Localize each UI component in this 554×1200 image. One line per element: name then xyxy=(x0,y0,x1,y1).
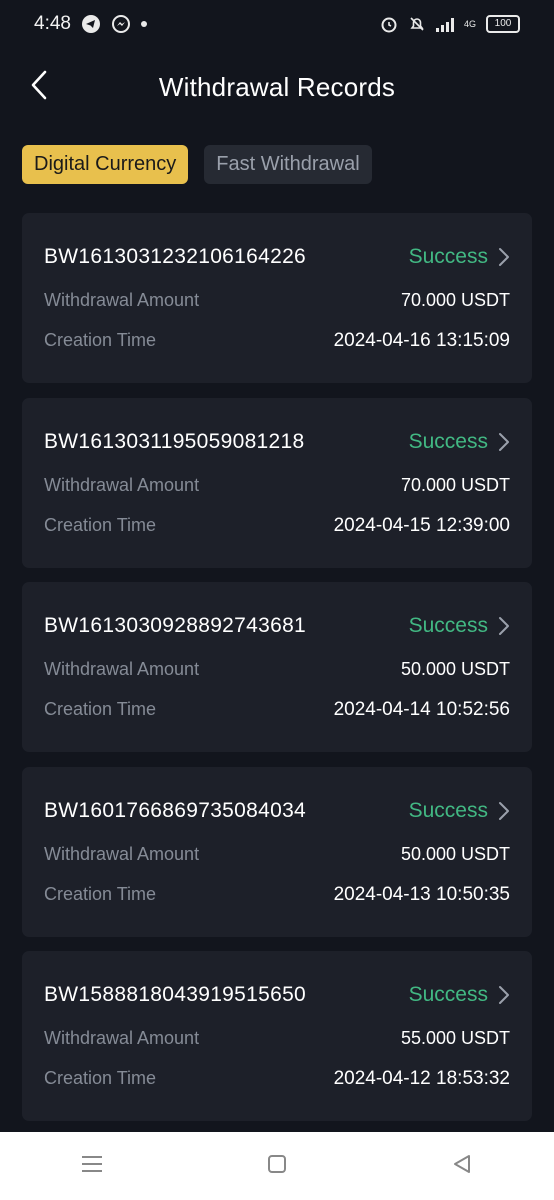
record-card[interactable]: BW1613031232106164226 Success Withdrawal… xyxy=(22,213,532,383)
status-label: Success xyxy=(408,429,488,453)
chevron-right-icon xyxy=(498,616,510,636)
record-card[interactable]: BW1588818043919515650 Success Withdrawal… xyxy=(22,951,532,1121)
battery-icon: 100 xyxy=(486,15,520,33)
time-label: Creation Time xyxy=(44,699,157,719)
time-value: 2024-04-12 18:53:32 xyxy=(333,1068,510,1089)
time-row: Creation Time 2024-04-15 12:39:00 xyxy=(44,515,510,537)
amount-row: Withdrawal Amount 50.000 USDT xyxy=(44,659,510,680)
status-label: Success xyxy=(408,245,488,268)
time-label: Creation Time xyxy=(44,1068,157,1088)
status-bar: 4:48 4G 100 xyxy=(0,0,554,48)
record-card[interactable]: BW1613030928892743681 Success Withdrawal… xyxy=(22,582,532,752)
header: Withdrawal Records xyxy=(0,60,554,114)
time-label: Creation Time xyxy=(44,330,157,350)
record-card[interactable]: BW1601766869735084034 Success Withdrawal… xyxy=(22,766,532,937)
dot-icon xyxy=(140,21,147,27)
back-triangle-icon xyxy=(452,1154,472,1179)
chevron-right-icon xyxy=(498,432,510,452)
record-status[interactable]: Success xyxy=(409,799,510,823)
record-card[interactable]: BW1613031195059081218 Success Withdrawal… xyxy=(22,397,532,568)
status-label: Success xyxy=(408,614,488,637)
silent-icon xyxy=(408,15,426,33)
record-id: BW1601766869735084034 xyxy=(44,798,307,822)
time-label: Creation Time xyxy=(44,514,157,535)
time-value: 2024-04-15 12:39:00 xyxy=(333,514,510,536)
time-row: Creation Time 2024-04-12 18:53:32 xyxy=(44,1068,510,1090)
record-id: BW1613031195059081218 xyxy=(44,429,305,453)
time-row: Creation Time 2024-04-16 13:15:09 xyxy=(44,330,510,352)
time-label: Creation Time xyxy=(44,883,157,904)
status-label: Success xyxy=(408,798,488,822)
tab-fast-withdrawal[interactable]: Fast Withdrawal xyxy=(204,145,372,184)
chevron-right-icon xyxy=(498,247,510,267)
record-status[interactable]: Success xyxy=(409,983,510,1007)
time-value: 2024-04-14 10:52:56 xyxy=(333,699,510,720)
tab-digital-currency[interactable]: Digital Currency xyxy=(22,145,189,184)
status-label: Success xyxy=(408,983,488,1006)
time-row: Creation Time 2024-04-14 10:52:56 xyxy=(44,699,510,721)
chevron-left-icon xyxy=(30,70,48,105)
signal-4g-icon: 4G xyxy=(463,18,476,29)
time-value: 2024-04-16 13:15:09 xyxy=(333,330,510,351)
amount-value: 70.000 USDT xyxy=(400,474,510,495)
record-status[interactable]: Success xyxy=(409,430,510,454)
records-list: BW1613031232106164226 Success Withdrawal… xyxy=(22,213,532,1136)
system-nav-bar xyxy=(0,1132,554,1200)
page-title: Withdrawal Records xyxy=(158,71,396,102)
time-value: 2024-04-13 10:50:35 xyxy=(333,883,510,905)
alarm-icon xyxy=(380,15,398,33)
amount-value: 50.000 USDT xyxy=(400,843,510,864)
chevron-right-icon xyxy=(498,985,510,1005)
amount-label: Withdrawal Amount xyxy=(44,1028,200,1048)
chevron-right-icon xyxy=(498,801,510,821)
status-right: 4G 100 xyxy=(380,15,520,33)
back-button[interactable] xyxy=(22,70,56,104)
amount-row: Withdrawal Amount 70.000 USDT xyxy=(44,290,510,311)
signal-icon xyxy=(435,16,454,32)
record-id: BW1588818043919515650 xyxy=(44,983,307,1006)
home-button[interactable] xyxy=(257,1146,297,1186)
amount-value: 70.000 USDT xyxy=(400,290,510,310)
amount-label: Withdrawal Amount xyxy=(44,659,200,679)
amount-label: Withdrawal Amount xyxy=(44,843,200,864)
home-square-icon xyxy=(267,1154,287,1179)
time-row: Creation Time 2024-04-13 10:50:35 xyxy=(44,884,510,906)
record-id: BW1613031232106164226 xyxy=(44,245,307,268)
network-label: 4G xyxy=(463,18,476,29)
recent-apps-button[interactable] xyxy=(72,1146,112,1186)
amount-value: 55.000 USDT xyxy=(400,1028,510,1048)
amount-label: Withdrawal Amount xyxy=(44,474,200,495)
record-status[interactable]: Success xyxy=(409,245,510,269)
amount-row: Withdrawal Amount 55.000 USDT xyxy=(44,1028,510,1049)
record-status[interactable]: Success xyxy=(409,614,510,638)
tab-bar: Digital Currency Fast Withdrawal xyxy=(22,145,372,184)
status-time: 4:48 xyxy=(34,13,71,34)
record-id: BW1613030928892743681 xyxy=(44,614,307,637)
telegram-icon xyxy=(81,14,101,34)
amount-value: 50.000 USDT xyxy=(400,659,510,679)
system-back-button[interactable] xyxy=(442,1146,482,1186)
amount-label: Withdrawal Amount xyxy=(44,290,200,310)
status-left: 4:48 xyxy=(34,13,147,35)
messenger-icon xyxy=(111,14,131,34)
amount-row: Withdrawal Amount 70.000 USDT xyxy=(44,475,510,496)
amount-row: Withdrawal Amount 50.000 USDT xyxy=(44,844,510,865)
menu-icon xyxy=(81,1155,103,1178)
